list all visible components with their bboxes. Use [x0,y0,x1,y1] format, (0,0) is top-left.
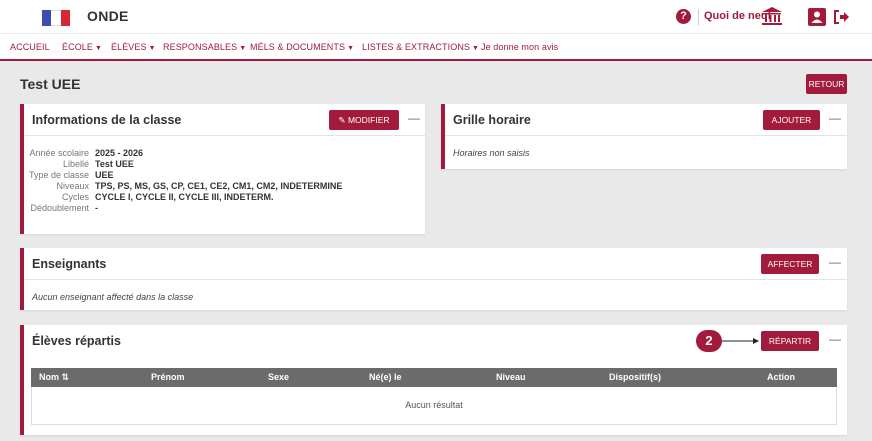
chevron-down-icon: ▼ [239,45,247,52]
nav-donne-avis[interactable]: Je donne mon avis [481,42,558,52]
no-result-text: Aucun résultat [405,400,463,410]
grille-panel-title: Grille horaire [453,113,531,127]
nav-listes-extractions[interactable]: LISTES & EXTRACTIONS ▼ [362,42,479,52]
modifier-button[interactable]: ✎ MODIFIER [329,110,399,130]
nav-ecole[interactable]: ÉCOLE ▼ [62,42,102,52]
top-bar: ONDE ? Quoi de neuf [0,0,872,33]
label-type: Type de classe [28,170,89,180]
nav-mels-documents[interactable]: MÉLS & DOCUMENTS ▼ [250,42,354,52]
enseignants-empty-text: Aucun enseignant affecté dans la classe [32,292,194,302]
col-nom[interactable]: Nom ⇅ [39,372,69,383]
nav-eleves[interactable]: ÉLÈVES ▼ [111,42,156,52]
chevron-down-icon: ▼ [472,45,480,52]
label-dedoublement: Dédoublement [30,203,89,213]
label-libelle: Libellé [62,159,89,169]
col-dispositifs[interactable]: Dispositif(s) [609,372,661,382]
chevron-down-icon: ▼ [95,45,103,52]
step-badge: 2 [696,330,722,352]
building-icon[interactable] [761,6,783,26]
ajouter-button[interactable]: AJOUTER [763,110,820,130]
collapse-eleves-icon[interactable]: — [829,332,841,346]
logout-icon[interactable] [832,8,850,26]
value-type: UEE [95,170,114,180]
label-cycles: Cycles [61,192,89,202]
label-niveaux: Niveaux [56,181,89,191]
main-nav: ACCUEIL ÉCOLE ▼ ÉLÈVES ▼ RESPONSABLES ▼ MÉL… [0,33,872,61]
value-libelle: Test UEE [95,159,134,169]
enseignants-panel: Enseignants AFFECTER — Aucun enseignant … [20,248,847,310]
value-dedoublement: - [95,203,98,213]
nav-responsables[interactable]: RESPONSABLES ▼ [163,42,246,52]
enseignants-panel-title: Enseignants [32,257,107,271]
grille-empty-text: Horaires non saisis [453,148,530,158]
divider [24,135,425,136]
collapse-info-icon[interactable]: — [408,111,420,125]
divider [445,135,847,136]
col-niveau[interactable]: Niveau [496,372,526,382]
chevron-down-icon: ▼ [347,45,355,52]
value-cycles: CYCLE I, CYCLE II, CYCLE III, INDETERM. [95,192,274,202]
arrow-right-icon [722,338,759,344]
col-ne-le[interactable]: Né(e) le [369,372,402,382]
retour-button[interactable]: RETOUR [806,74,847,94]
user-icon[interactable] [808,8,826,26]
col-action: Action [767,372,795,382]
repartir-button[interactable]: RÉPARTIR [761,331,819,351]
eleves-table-header: Nom ⇅ Prénom Sexe Né(e) le Niveau Dispos… [31,368,837,387]
col-prenom[interactable]: Prénom [151,372,185,382]
sort-icon: ⇅ [61,372,70,382]
info-panel-title: Informations de la classe [32,113,182,127]
value-annee: 2025 - 2026 [95,148,144,158]
divider [24,279,847,280]
collapse-grille-icon[interactable]: — [829,111,841,125]
question-icon[interactable]: ? [676,9,691,24]
grille-panel: Grille horaire AJOUTER — Horaires non sa… [441,104,847,169]
header-divider [698,9,699,25]
info-panel: Informations de la classe ✎ MODIFIER — A… [20,104,425,234]
chevron-down-icon: ▼ [148,45,156,52]
nav-accueil[interactable]: ACCUEIL [10,42,50,52]
app-title[interactable]: ONDE [87,8,129,24]
label-annee: Année scolaire [29,148,89,158]
page-title: Test UEE [20,76,81,92]
republique-logo[interactable] [42,10,70,26]
eleves-table-body: Aucun résultat [31,387,837,425]
affecter-button[interactable]: AFFECTER [761,254,819,274]
pencil-icon: ✎ [338,115,348,125]
col-sexe[interactable]: Sexe [268,372,289,382]
eleves-panel-title: Élèves répartis [32,334,121,348]
value-niveaux: TPS, PS, MS, GS, CP, CE1, CE2, CM1, CM2,… [95,181,343,191]
collapse-enseignants-icon[interactable]: — [829,255,841,269]
